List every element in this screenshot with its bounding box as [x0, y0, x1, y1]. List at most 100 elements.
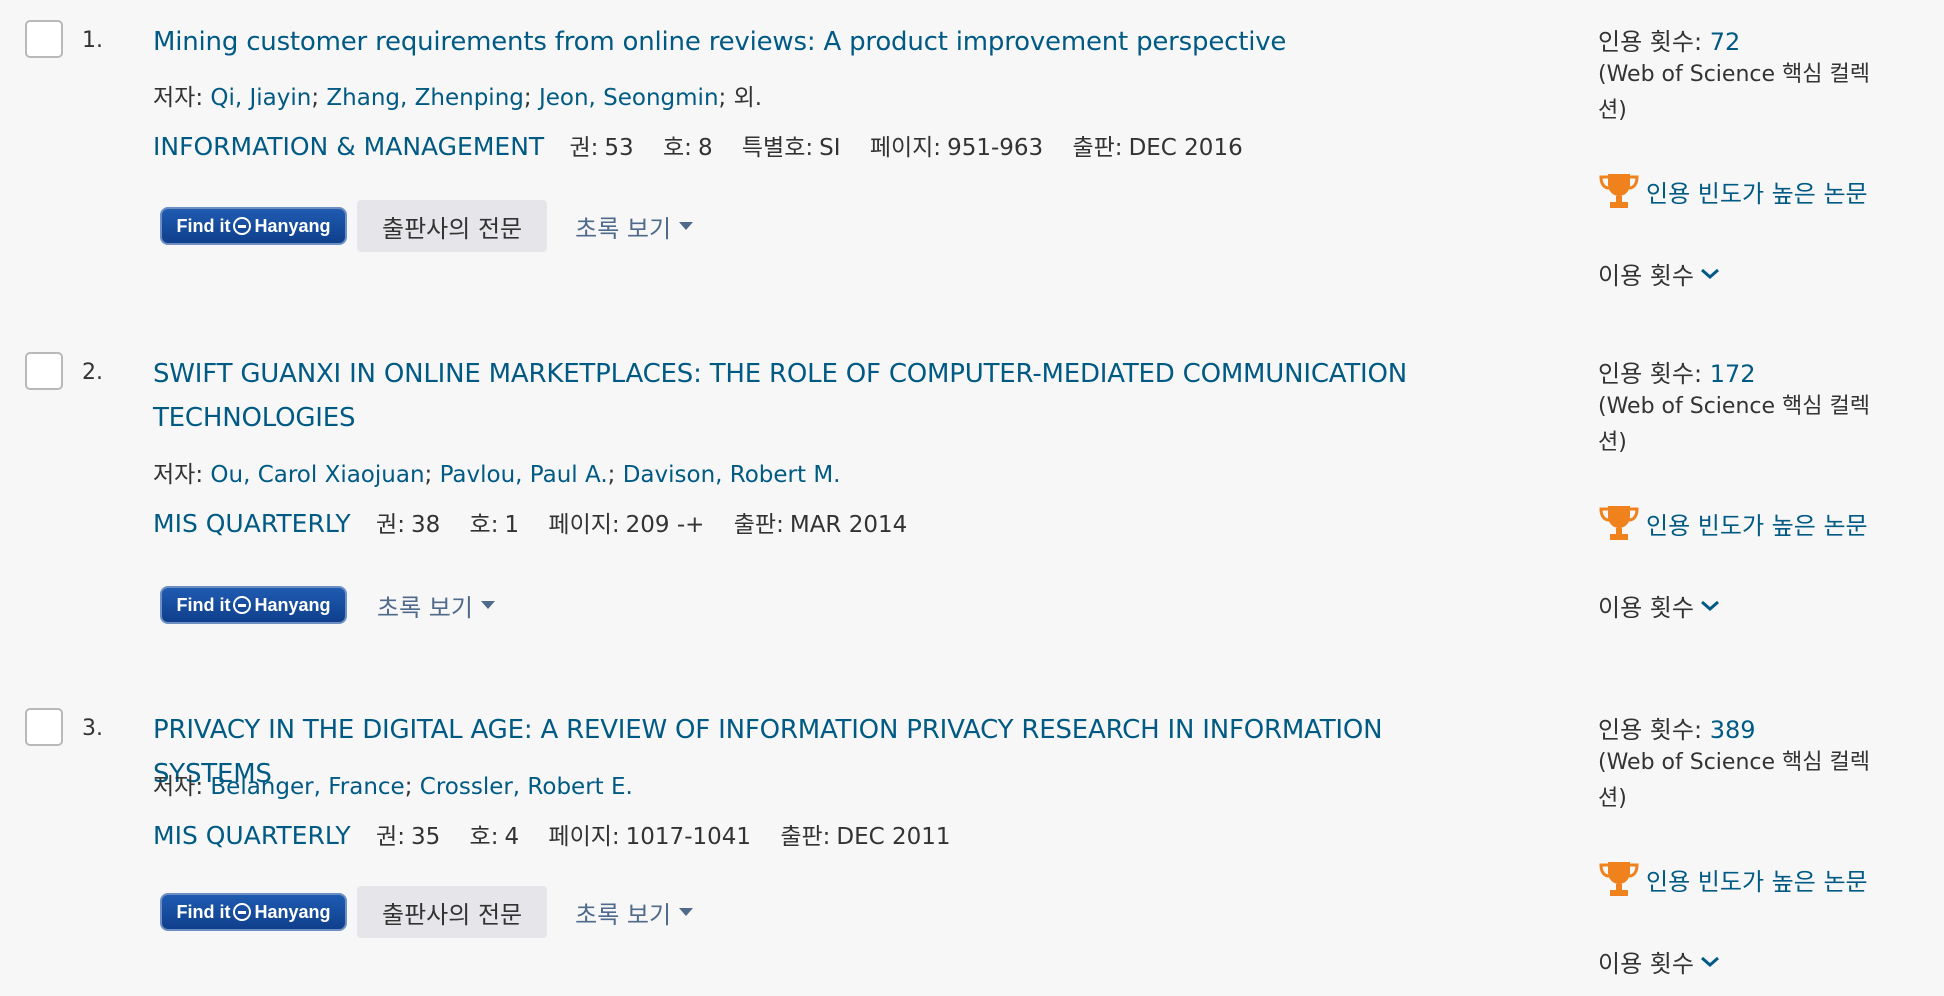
- author-link[interactable]: Pavlou, Paul A.: [440, 462, 608, 488]
- author-link[interactable]: Davison, Robert M.: [623, 462, 841, 488]
- times-cited-label: 인용 횟수:: [1598, 360, 1703, 388]
- find-it-brand: Hanyang: [254, 594, 331, 615]
- authors-line: 저자: Qi, Jiayin; Zhang, Zhenping; Jeon, S…: [153, 85, 763, 111]
- highly-cited-badge[interactable]: 인용 빈도가 높은 논문: [1598, 172, 1868, 210]
- view-abstract-button[interactable]: 초록 보기: [575, 209, 694, 244]
- citation-source: (Web of Science 핵심 컬렉션): [1598, 62, 1870, 123]
- record-title-link[interactable]: SWIFT GUANXI IN ONLINE MARKETPLACES: THE…: [153, 352, 1493, 440]
- record-checkbox[interactable]: [25, 352, 63, 390]
- times-cited-count-link[interactable]: 72: [1710, 28, 1741, 56]
- caret-down-icon: [679, 908, 694, 916]
- find-it-hanyang-button[interactable]: Find it Hanyang: [160, 586, 347, 624]
- special-issue-value: SI: [819, 135, 841, 161]
- chevron-down-icon: [1700, 600, 1719, 611]
- view-abstract-label: 초록 보기: [575, 900, 672, 929]
- citation-panel: 인용 횟수: 389 (Web of Science 핵심 컬렉션): [1598, 710, 1898, 817]
- volume-label: 권:: [569, 135, 599, 161]
- hanyang-logo-icon: [233, 217, 252, 235]
- citation-panel: 인용 횟수: 72 (Web of Science 핵심 컬렉션): [1598, 22, 1898, 129]
- caret-down-icon: [480, 601, 495, 609]
- hanyang-logo-icon: [233, 596, 252, 614]
- find-it-label: Find it: [176, 901, 231, 922]
- view-abstract-button[interactable]: 초록 보기: [377, 588, 495, 623]
- published-label: 출판:: [733, 512, 784, 538]
- citation-panel: 인용 횟수: 172 (Web of Science 핵심 컬렉션): [1598, 354, 1898, 461]
- record-actions: Find it Hanyang 초록 보기: [160, 586, 495, 624]
- authors-line: 저자: Belanger, France; Crossler, Robert E…: [153, 774, 633, 800]
- volume-value: 53: [604, 135, 634, 161]
- highly-cited-label: 인용 빈도가 높은 논문: [1646, 867, 1868, 896]
- volume-label: 권:: [376, 824, 405, 850]
- authors-more: ; 외.: [718, 85, 763, 111]
- record-actions: Find it Hanyang 출판사의 전문 초록 보기: [160, 886, 694, 938]
- issue-label: 호:: [469, 824, 499, 850]
- source-line: MIS QUARTERLY 권: 38 호: 1 페이지: 209 -+ 출판: MAR…: [153, 505, 929, 539]
- usage-count-toggle[interactable]: 이용 횟수: [1598, 944, 1720, 979]
- journal-link[interactable]: MIS QUARTERLY: [153, 821, 351, 850]
- record-actions: Find it Hanyang 출판사의 전문 초록 보기: [160, 200, 694, 252]
- author-link[interactable]: Ou, Carol Xiaojuan: [210, 462, 424, 488]
- pages-value: 209 -+: [625, 512, 705, 538]
- view-abstract-label: 초록 보기: [575, 214, 672, 243]
- published-value: MAR 2014: [789, 512, 908, 538]
- published-value: DEC 2011: [836, 824, 951, 850]
- journal-link[interactable]: MIS QUARTERLY: [153, 509, 351, 538]
- pages-label: 페이지:: [869, 135, 942, 161]
- pages-value: 951-963: [947, 135, 1044, 161]
- find-it-hanyang-button[interactable]: Find it Hanyang: [160, 893, 347, 931]
- author-link[interactable]: Crossler, Robert E.: [420, 774, 633, 800]
- published-value: DEC 2016: [1128, 135, 1243, 161]
- times-cited: 인용 횟수: 172: [1598, 354, 1898, 389]
- record-index: 2.: [82, 360, 103, 385]
- source-line: INFORMATION & MANAGEMENT 권: 53 호: 8 특별호: SI…: [153, 128, 1265, 162]
- view-abstract-label: 초록 보기: [377, 593, 473, 622]
- citation-source: (Web of Science 핵심 컬렉션): [1598, 750, 1870, 811]
- times-cited-count-link[interactable]: 389: [1710, 716, 1756, 744]
- usage-count-toggle[interactable]: 이용 횟수: [1598, 256, 1720, 291]
- record-index: 1.: [82, 28, 103, 53]
- published-label: 출판:: [780, 824, 831, 850]
- author-link[interactable]: Belanger, France: [210, 774, 404, 800]
- usage-count-toggle[interactable]: 이용 횟수: [1598, 588, 1720, 623]
- record-checkbox[interactable]: [25, 708, 63, 746]
- journal-link[interactable]: INFORMATION & MANAGEMENT: [153, 132, 544, 161]
- published-label: 출판:: [1072, 135, 1123, 161]
- issue-value: 1: [504, 512, 520, 538]
- publisher-full-text-button[interactable]: 출판사의 전문: [357, 886, 548, 938]
- issue-label: 호:: [663, 135, 692, 161]
- hanyang-logo-icon: [233, 903, 252, 921]
- volume-label: 권:: [376, 512, 405, 538]
- special-issue-label: 특별호:: [741, 135, 814, 161]
- chevron-down-icon: [1700, 956, 1719, 967]
- times-cited: 인용 횟수: 72: [1598, 22, 1898, 57]
- volume-value: 35: [410, 824, 441, 850]
- pages-label: 페이지:: [548, 512, 620, 538]
- authors-label: 저자:: [153, 85, 204, 111]
- pages-value: 1017-1041: [625, 824, 752, 850]
- highly-cited-badge[interactable]: 인용 빈도가 높은 논문: [1598, 504, 1868, 542]
- trophy-icon: [1599, 174, 1639, 208]
- highly-cited-badge[interactable]: 인용 빈도가 높은 논문: [1598, 860, 1868, 898]
- authors-label: 저자:: [153, 774, 204, 800]
- pages-label: 페이지:: [548, 824, 620, 850]
- authors-label: 저자:: [153, 462, 204, 488]
- authors-line: 저자: Ou, Carol Xiaojuan; Pavlou, Paul A.;…: [153, 462, 841, 488]
- times-cited: 인용 횟수: 389: [1598, 710, 1898, 745]
- find-it-brand: Hanyang: [254, 901, 331, 922]
- issue-value: 8: [697, 135, 713, 161]
- citation-source: (Web of Science 핵심 컬렉션): [1598, 394, 1870, 455]
- find-it-hanyang-button[interactable]: Find it Hanyang: [160, 207, 347, 245]
- record-index: 3.: [82, 716, 103, 741]
- record-title-link[interactable]: Mining customer requirements from online…: [153, 20, 1493, 64]
- author-link[interactable]: Qi, Jiayin: [210, 85, 311, 111]
- author-link[interactable]: Zhang, Zhenping: [326, 85, 523, 111]
- record-checkbox[interactable]: [25, 20, 63, 58]
- publisher-full-text-button[interactable]: 출판사의 전문: [357, 200, 548, 252]
- find-it-label: Find it: [176, 215, 231, 236]
- times-cited-count-link[interactable]: 172: [1710, 360, 1756, 388]
- chevron-down-icon: [1700, 268, 1719, 279]
- author-link[interactable]: Jeon, Seongmin: [539, 85, 719, 111]
- issue-value: 4: [504, 824, 520, 850]
- view-abstract-button[interactable]: 초록 보기: [575, 895, 694, 930]
- trophy-icon: [1599, 506, 1639, 540]
